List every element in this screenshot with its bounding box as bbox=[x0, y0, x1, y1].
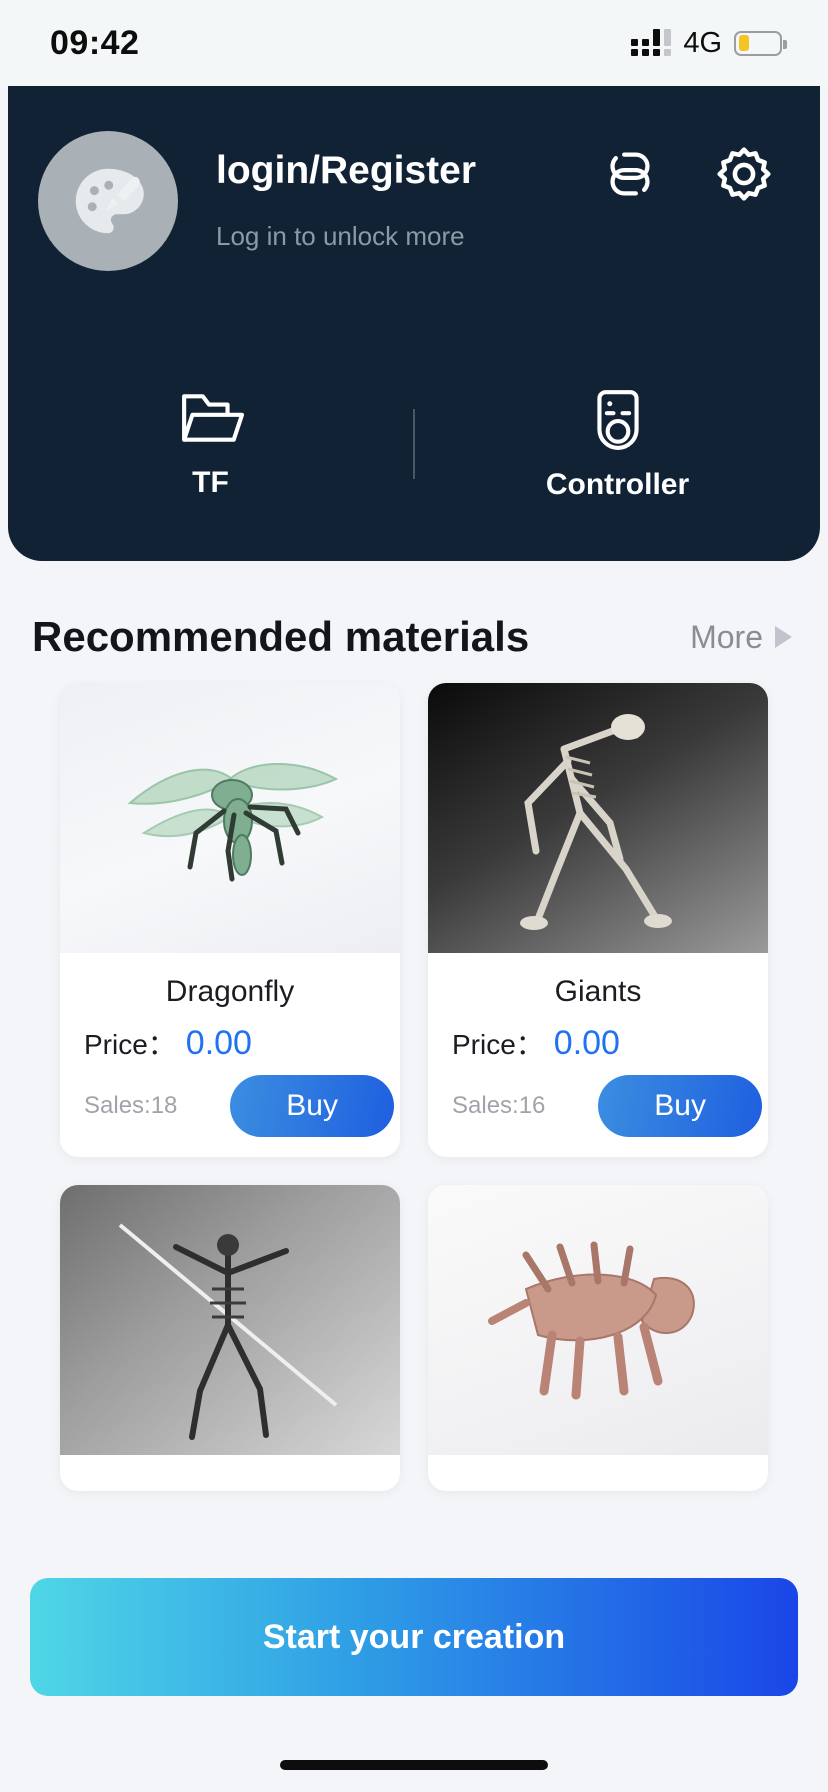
skeleton-warrior-model-art bbox=[118, 1223, 338, 1440]
login-register-label[interactable]: login/Register bbox=[216, 149, 476, 193]
product-card[interactable]: Dragonfly Price： 0.00 Sales:18 Buy bbox=[60, 683, 400, 1157]
buy-button[interactable]: Buy bbox=[598, 1075, 762, 1137]
product-thumbnail-dragonfly[interactable] bbox=[60, 683, 400, 953]
remote-controller-icon bbox=[596, 390, 639, 450]
product-price-row: Price： 0.00 bbox=[428, 1023, 768, 1063]
home-indicator[interactable] bbox=[280, 1760, 548, 1770]
product-thumbnail-warrior[interactable] bbox=[60, 1185, 400, 1455]
product-sales-row: Sales:16 Buy bbox=[428, 1063, 768, 1157]
more-label: More bbox=[690, 618, 763, 655]
settings-button[interactable] bbox=[708, 138, 780, 210]
product-price-row: Price： 0.00 bbox=[60, 1023, 400, 1063]
header-actions bbox=[594, 138, 780, 210]
product-name bbox=[60, 1455, 400, 1491]
product-thumbnail-giants[interactable] bbox=[428, 683, 768, 953]
scroll-fade bbox=[0, 1530, 828, 1556]
product-card[interactable] bbox=[60, 1185, 400, 1491]
folder-open-icon bbox=[181, 394, 244, 442]
product-sales-row: Sales:18 Buy bbox=[60, 1063, 400, 1157]
signal-bars-icon bbox=[631, 29, 672, 56]
shortcut-tf[interactable]: TF bbox=[8, 388, 413, 500]
price-value: 0.00 bbox=[553, 1024, 620, 1062]
wooden-triceratops-model-art bbox=[488, 1241, 695, 1400]
status-time: 09:42 bbox=[50, 23, 140, 62]
triangle-right-icon bbox=[775, 626, 792, 648]
buy-button[interactable]: Buy bbox=[230, 1075, 394, 1137]
product-name bbox=[428, 1455, 768, 1491]
more-button[interactable]: More bbox=[690, 619, 792, 656]
sales-count: Sales:18 bbox=[84, 1092, 178, 1119]
shortcut-controller[interactable]: Controller bbox=[415, 386, 820, 502]
link-chain-button[interactable] bbox=[594, 138, 666, 210]
dragonfly-model-art bbox=[127, 762, 339, 882]
page-title: Recommended materials bbox=[32, 613, 530, 660]
price-label: Price： bbox=[452, 1029, 544, 1060]
profile-header-card: login/Register Log in to unlock more TF bbox=[8, 86, 820, 561]
network-type-label: 4G bbox=[683, 26, 722, 59]
recommended-materials-grid: Dragonfly Price： 0.00 Sales:18 Buy Giant… bbox=[0, 683, 828, 1491]
gear-icon bbox=[717, 147, 771, 201]
price-value: 0.00 bbox=[185, 1024, 252, 1062]
profile-subtitle: Log in to unlock more bbox=[216, 220, 465, 251]
cta-container: Start your creation bbox=[0, 1578, 828, 1696]
start-creation-button[interactable]: Start your creation bbox=[30, 1578, 798, 1696]
section-header: Recommended materials More bbox=[0, 561, 828, 683]
price-label: Price： bbox=[84, 1029, 176, 1060]
sales-count: Sales:16 bbox=[452, 1092, 546, 1119]
shortcut-tf-label: TF bbox=[192, 466, 229, 499]
product-card[interactable]: Giants Price： 0.00 Sales:16 Buy bbox=[428, 683, 768, 1157]
battery-low-icon bbox=[734, 30, 787, 56]
shortcut-controller-label: Controller bbox=[545, 468, 690, 501]
giant-skeleton-model-art bbox=[520, 714, 672, 930]
link-chain-icon bbox=[610, 152, 650, 196]
product-card[interactable] bbox=[428, 1185, 768, 1491]
product-name: Giants bbox=[554, 975, 642, 1008]
profile-text: login/Register Log in to unlock more bbox=[216, 149, 476, 252]
status-indicators: 4G bbox=[631, 26, 787, 60]
avatar[interactable] bbox=[38, 131, 178, 271]
status-bar: 09:42 4G bbox=[0, 0, 828, 86]
product-thumbnail-triceratops[interactable] bbox=[428, 1185, 768, 1455]
product-name: Dragonfly bbox=[165, 975, 295, 1008]
palette-brush-avatar-icon bbox=[75, 168, 144, 234]
header-shortcuts: TF Controller bbox=[8, 386, 820, 502]
